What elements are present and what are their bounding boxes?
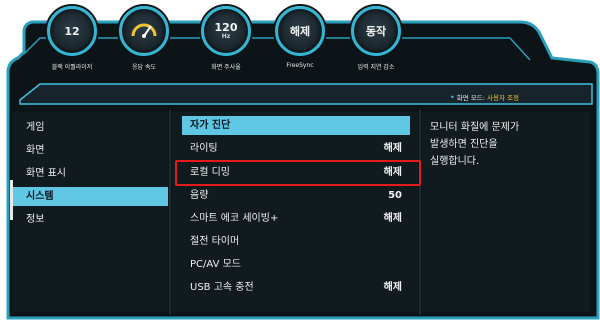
gauge-value: 12 (64, 24, 80, 38)
gauge-value: 해제 (289, 24, 311, 38)
submenu-item-self-diagnosis[interactable]: 자가 진단 (182, 116, 410, 135)
gauge-label: FreeSync (286, 62, 314, 69)
gauge-label: 블랙 이퀄라이저 (51, 64, 93, 71)
gauge-input-lag[interactable]: 동작 입력 지연 감소 (343, 6, 409, 71)
refresh-rate-dial: 120 Hz (201, 6, 251, 56)
submenu-item-value: 50 (388, 190, 402, 201)
mode-value: 사용자 조정 (487, 94, 520, 102)
menu-item-onscreen-display[interactable]: 화면 표시 (12, 164, 168, 183)
gauge-response-time[interactable]: 응답 속도 (111, 6, 177, 71)
gauge-label: 응답 속도 (132, 64, 156, 71)
gauge-black-equalizer[interactable]: 12 블랙 이퀄라이저 (39, 6, 105, 71)
gauge-value: 동작 (365, 24, 387, 38)
submenu-item-usb-fast-charge[interactable]: USB 고속 충전 해제 (182, 278, 410, 297)
gauge-refresh-rate[interactable]: 120 Hz 화면 주사율 (193, 6, 259, 71)
submenu-item-value: 해제 (383, 282, 402, 293)
help-text: 모니터 화질에 문제가 발생하면 진단을 실행합니다. (430, 122, 520, 167)
gauge-label: 입력 지연 감소 (357, 64, 395, 71)
mode-label: 화면 모드: (456, 94, 488, 102)
local-dimming-highlight (175, 160, 421, 186)
submenu-item-label: 자가 진단 (190, 120, 231, 131)
submenu-item-label: 음량 (190, 190, 209, 201)
menu-item-system[interactable]: 시스템 (12, 187, 168, 206)
submenu-item-label: 절전 타이머 (190, 236, 240, 247)
menu-item-information[interactable]: 정보 (12, 210, 168, 229)
scroll-indicator (10, 180, 13, 220)
speedometer-icon (131, 23, 157, 38)
menu-item-game[interactable]: 게임 (12, 118, 168, 137)
menu-item-picture[interactable]: 화면 (12, 141, 168, 160)
submenu-item-off-timer[interactable]: 절전 타이머 (182, 232, 410, 251)
submenu-item-label: PC/AV 모드 (190, 259, 242, 270)
submenu-item-label: 라이팅 (190, 143, 218, 154)
gauge-unit: Hz (221, 33, 231, 40)
submenu-item-value: 해제 (383, 143, 402, 154)
submenu-item-label: USB 고속 충전 (190, 282, 254, 293)
submenu-item-label: 스마트 에코 세이빙+ (190, 213, 279, 224)
gauge-value: 120 (214, 21, 238, 34)
submenu-item-eco-saving[interactable]: 스마트 에코 세이빙+ 해제 (182, 209, 410, 228)
submenu-item-lighting[interactable]: 라이팅 해제 (182, 139, 410, 158)
gauge-freesync[interactable]: 해제 FreeSync (267, 6, 333, 69)
main-menu: 게임 화면 화면 표시 시스템 정보 (12, 112, 168, 312)
bullet-icon: • (450, 93, 455, 102)
response-time-dial (119, 6, 169, 56)
submenu-item-pc-av-mode[interactable]: PC/AV 모드 (182, 255, 410, 274)
system-submenu: 자가 진단 라이팅 해제 로컬 디밍 해제 음량 50 스마트 에코 세이빙+ … (172, 112, 418, 312)
black-equalizer-dial: 12 (47, 6, 97, 56)
gauge-label: 화면 주사율 (211, 64, 241, 71)
submenu-item-volume[interactable]: 음량 50 (182, 186, 410, 205)
submenu-item-value: 해제 (383, 213, 402, 224)
freesync-dial: 해제 (275, 6, 325, 56)
picture-mode-indicator: • 화면 모드: 사용자 조정 (450, 92, 519, 102)
input-lag-dial: 동작 (351, 6, 401, 56)
